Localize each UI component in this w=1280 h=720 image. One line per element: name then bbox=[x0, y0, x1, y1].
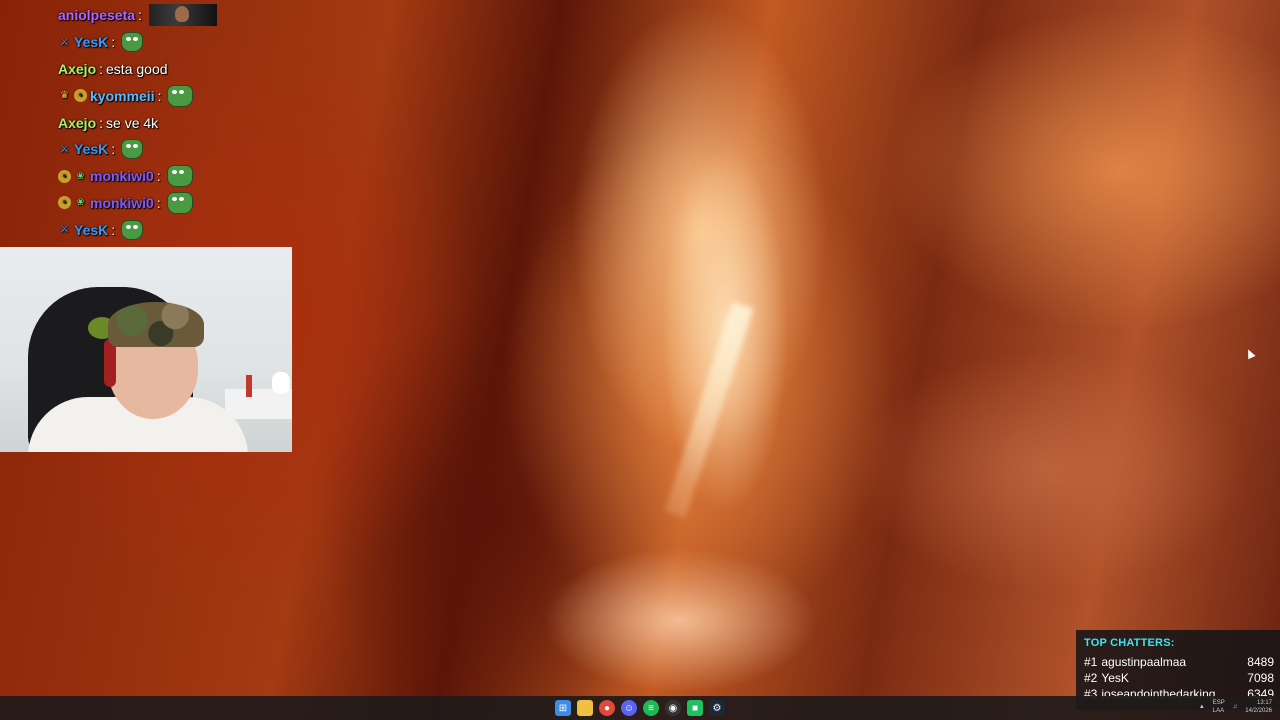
chat-separator: : bbox=[111, 221, 116, 238]
chat-username[interactable]: YesK bbox=[74, 34, 108, 50]
pepe-emote-icon bbox=[166, 165, 193, 188]
coin-badge-icon: • bbox=[58, 169, 71, 183]
chat-message: ♛ • kyommeii: bbox=[58, 82, 298, 109]
pepe-emote-icon bbox=[167, 84, 194, 107]
chat-username[interactable]: aniolpeseta bbox=[58, 7, 135, 23]
chat-message: ⚔ YesK: bbox=[58, 216, 298, 243]
pepe-emote-icon bbox=[166, 191, 193, 214]
obs-icon[interactable]: ◉ bbox=[665, 700, 681, 716]
chat-username[interactable]: monkiwi0 bbox=[90, 195, 154, 211]
image-thumbnail[interactable] bbox=[148, 4, 217, 27]
file-explorer-icon[interactable] bbox=[577, 700, 593, 716]
chat-separator: : bbox=[156, 194, 161, 211]
chat-message: • ❀ monkiwi0: bbox=[58, 190, 298, 217]
clock[interactable]: 13:17 14/2/2026 bbox=[1245, 699, 1272, 715]
chatter-row: #1 agustinpaalmaa 8489 bbox=[1084, 655, 1274, 669]
app-green-icon[interactable]: ■ bbox=[687, 700, 703, 716]
chatter-name: YesK bbox=[1101, 671, 1129, 685]
chat-username[interactable]: Axejo bbox=[58, 115, 96, 131]
chat-separator: : bbox=[157, 87, 162, 104]
chatter-name: agustinpaalmaa bbox=[1101, 655, 1187, 669]
sword-badge-icon: ⚔ bbox=[60, 143, 69, 155]
chat-text: se ve 4k bbox=[106, 114, 159, 131]
chatter-row: #2 YesK 7098 bbox=[1084, 671, 1274, 685]
chat-separator: : bbox=[111, 34, 116, 51]
chat-message: ⚔ YesK: bbox=[58, 29, 298, 56]
pepe-emote-icon bbox=[121, 139, 144, 160]
chatter-count: 8489 bbox=[1247, 655, 1274, 669]
frog-badge-icon: ❀ bbox=[76, 197, 85, 209]
taskbar-icons: ⊞ ● ☺ ≡ ◉ ■ ⚙ bbox=[555, 700, 725, 716]
chatter-rank: #2 bbox=[1084, 671, 1098, 685]
discord-icon[interactable]: ☺ bbox=[621, 700, 637, 716]
chat-separator: : bbox=[99, 114, 104, 131]
chat-separator: : bbox=[99, 60, 104, 77]
chat-separator: : bbox=[156, 168, 161, 185]
spotify-icon[interactable]: ≡ bbox=[643, 700, 659, 716]
frog-badge-icon: ❀ bbox=[76, 170, 85, 182]
chat-username[interactable]: YesK bbox=[74, 141, 108, 157]
language-indicator[interactable]: ESP LAA bbox=[1213, 699, 1225, 715]
top-chatters-title: TOP CHATTERS: bbox=[1084, 637, 1175, 649]
bottle bbox=[246, 375, 252, 397]
sword-badge-icon: ⚔ bbox=[60, 36, 69, 48]
steam-icon[interactable]: ⚙ bbox=[709, 700, 725, 716]
sword-badge-icon: ⚔ bbox=[60, 224, 69, 236]
chat-username[interactable]: YesK bbox=[74, 222, 108, 238]
stream-chat-overlay: aniolpeseta: ⚔ YesK: Axejo: esta good ♛ • kyomm… bbox=[58, 2, 298, 243]
taskbar: ⊞ ● ☺ ≡ ◉ ■ ⚙ ▲ ESP LAA ♫ 13:17 14/2/2026 bbox=[0, 696, 1280, 720]
chrome-icon[interactable]: ● bbox=[599, 700, 615, 716]
crown-badge-icon: ♛ bbox=[60, 90, 69, 102]
coin-badge-icon: • bbox=[58, 196, 71, 210]
chat-message: aniolpeseta: bbox=[58, 2, 298, 29]
clock-date: 14/2/2026 bbox=[1245, 708, 1272, 714]
chat-username[interactable]: Axejo bbox=[58, 61, 96, 77]
webcam-overlay bbox=[0, 247, 292, 452]
windows-start-icon[interactable]: ⊞ bbox=[555, 700, 571, 716]
chatter-rank: #1 bbox=[1084, 655, 1098, 669]
volume-icon[interactable]: ♫ bbox=[1233, 703, 1238, 711]
pepe-emote-icon bbox=[121, 32, 144, 53]
chat-message: Axejo: esta good bbox=[58, 56, 298, 83]
chat-separator: : bbox=[111, 141, 116, 158]
chat-text: esta good bbox=[106, 60, 168, 77]
coin-badge-icon: • bbox=[74, 89, 87, 103]
lamp bbox=[272, 372, 290, 394]
chat-message: Axejo: se ve 4k bbox=[58, 109, 298, 136]
chat-username[interactable]: kyommeii bbox=[90, 88, 155, 104]
chat-username[interactable]: monkiwi0 bbox=[90, 168, 154, 184]
chat-message: • ❀ monkiwi0: bbox=[58, 163, 298, 190]
pepe-emote-icon bbox=[121, 219, 144, 240]
camo-cap bbox=[108, 302, 204, 347]
chat-message: ⚔ YesK: bbox=[58, 136, 298, 163]
wifi-icon[interactable]: ▲ bbox=[1199, 703, 1205, 711]
system-tray: ▲ ESP LAA ♫ 13:17 14/2/2026 bbox=[1199, 699, 1272, 715]
chat-separator: : bbox=[138, 7, 142, 24]
chatter-count: 7098 bbox=[1247, 671, 1274, 685]
clock-time: 13:17 bbox=[1256, 700, 1272, 706]
